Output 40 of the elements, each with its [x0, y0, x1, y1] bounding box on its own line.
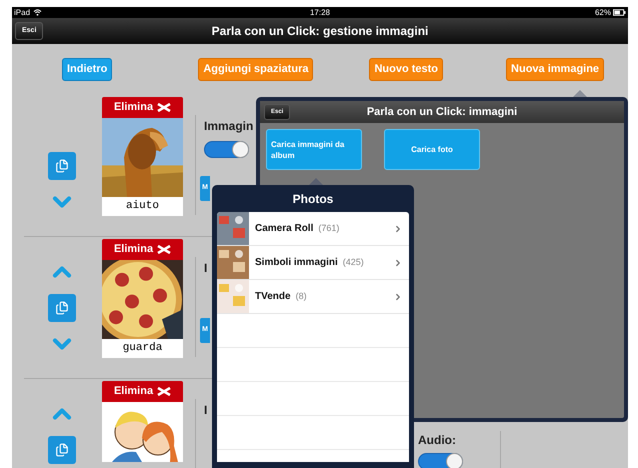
battery-percent: 62% — [594, 8, 611, 16]
copy-icon — [55, 442, 69, 456]
album-row[interactable]: TVende (8) — [217, 280, 409, 314]
device-name: iPad — [14, 8, 30, 16]
popover-title: Parla con un Click: immagini — [366, 104, 518, 120]
duplicate-button[interactable] — [48, 152, 76, 180]
setting-label: Immagin — [204, 118, 254, 135]
album-row[interactable]: Simboli immagini (425) — [217, 246, 409, 280]
cross-icon — [157, 103, 172, 112]
image-caption: aiuto — [102, 197, 183, 216]
delete-button[interactable]: Elimina — [102, 239, 183, 260]
album-row[interactable]: Camera Roll (761) — [217, 212, 409, 246]
album-count: (8) — [296, 290, 307, 303]
album-count: (761) — [318, 222, 340, 235]
chevron-icon — [393, 224, 403, 234]
wifi-icon — [33, 9, 42, 16]
chevron-icon — [393, 292, 403, 302]
image-caption: guarda — [102, 339, 183, 358]
setting-label: I — [204, 260, 208, 277]
copy-icon — [55, 158, 69, 172]
duplicate-button[interactable] — [48, 294, 76, 322]
battery-icon — [613, 9, 626, 16]
audio-label: Audio: — [418, 432, 456, 449]
album-count: (425) — [342, 256, 364, 269]
popover-title: Photos — [292, 190, 334, 208]
delete-button[interactable]: Elimina — [102, 97, 183, 118]
album-name: TVende — [255, 290, 291, 304]
duplicate-button[interactable] — [48, 436, 76, 464]
chevron-icon — [393, 258, 403, 268]
album-name: Simboli immagini — [255, 256, 338, 270]
cross-icon — [157, 387, 172, 396]
window-title: Parla con un Click: gestione immagini — [212, 23, 428, 40]
delete-button[interactable]: Elimina — [102, 381, 183, 402]
album-name: Camera Roll — [255, 222, 314, 236]
copy-icon — [55, 300, 69, 314]
toggle-switch[interactable] — [204, 141, 249, 158]
setting-label: I — [204, 402, 208, 419]
toggle-switch[interactable] — [418, 453, 463, 468]
clock: 17:28 — [310, 8, 330, 16]
cross-icon — [157, 245, 172, 254]
